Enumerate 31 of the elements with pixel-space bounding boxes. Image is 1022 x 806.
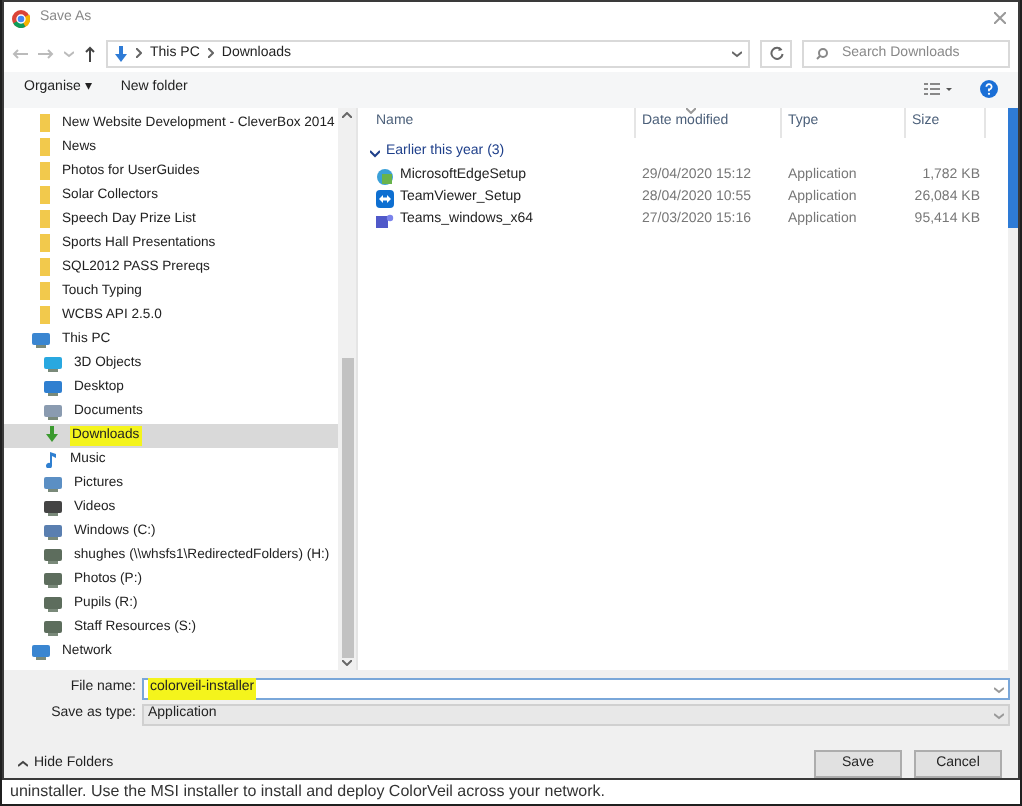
people-icon <box>376 211 394 230</box>
forward-arrow-icon[interactable] <box>38 47 54 60</box>
chevron-up-icon[interactable] <box>342 111 352 118</box>
desktop-icon <box>44 379 62 396</box>
computer-icon <box>32 331 50 348</box>
scrollbar[interactable] <box>1008 107 1018 670</box>
refresh-icon <box>769 46 783 61</box>
up-arrow-icon[interactable] <box>84 45 96 62</box>
double-arrow-icon <box>376 189 394 208</box>
browser-logo-icon <box>12 9 30 28</box>
chevron-right-icon <box>136 48 142 59</box>
chevron-down-icon[interactable] <box>994 685 1004 693</box>
close-button[interactable] <box>990 8 1010 29</box>
download-arrow-icon <box>114 45 128 62</box>
sort-caret-icon <box>686 107 696 114</box>
music-note-icon <box>44 450 58 469</box>
refresh-button[interactable] <box>760 39 792 68</box>
chevron-up-icon <box>18 760 28 768</box>
chevron-icon <box>370 147 380 158</box>
scrollbar[interactable] <box>338 107 356 670</box>
search-icon <box>816 47 828 60</box>
installer-icon <box>376 167 394 186</box>
help-icon[interactable] <box>980 80 998 99</box>
view-options-icon[interactable] <box>924 82 952 97</box>
chevron-down-icon <box>994 711 1004 719</box>
back-arrow-icon[interactable] <box>12 47 28 60</box>
chevron-down-icon[interactable] <box>732 49 742 58</box>
chevron-down-icon[interactable] <box>342 660 352 666</box>
download-arrow-icon <box>44 426 60 445</box>
chevron-right-icon <box>207 48 214 59</box>
background-text: uninstaller. Use the MSI installer to install and deploy ColorVeil across your network. <box>2 780 1020 804</box>
